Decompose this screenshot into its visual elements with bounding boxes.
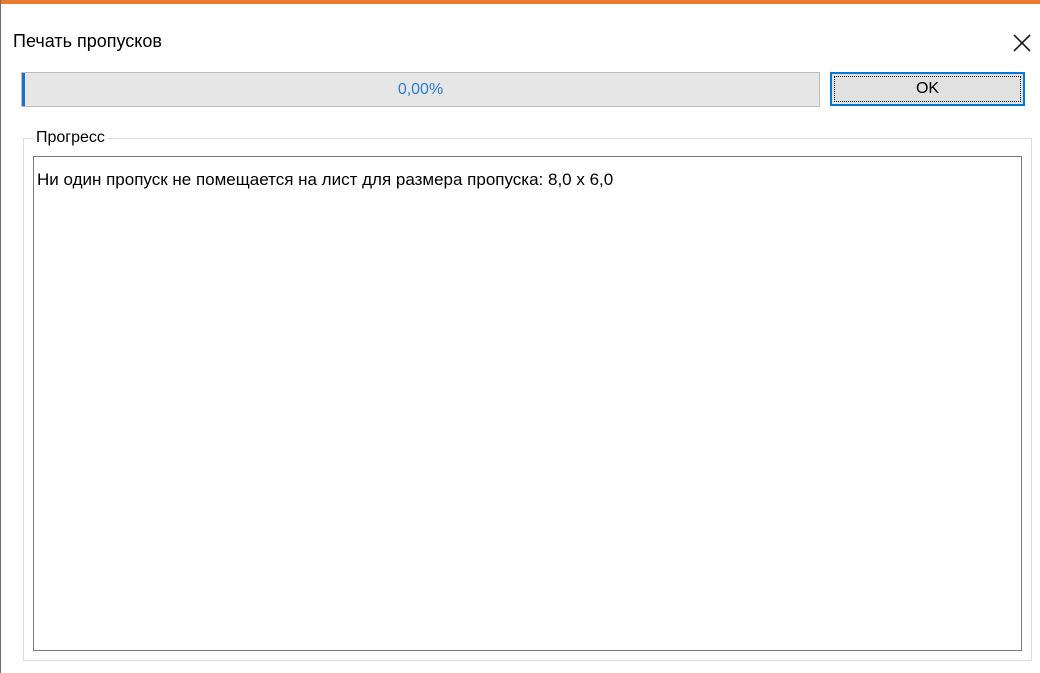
close-icon bbox=[1013, 34, 1031, 52]
progress-bar: 0,00% bbox=[21, 72, 820, 107]
ok-button[interactable]: OK bbox=[830, 72, 1025, 106]
log-line: Ни один пропуск не помещается на лист дл… bbox=[37, 170, 614, 189]
dialog-title: Печать пропусков bbox=[13, 31, 162, 51]
print-passes-dialog: Печать пропусков 0,00% OK Прогресс Ни од… bbox=[0, 0, 1040, 673]
progress-group-label: Прогресс bbox=[33, 128, 108, 148]
progress-percentage: 0,00% bbox=[397, 81, 444, 98]
progress-log[interactable]: Ни один пропуск не помещается на лист дл… bbox=[33, 156, 1022, 651]
close-button[interactable] bbox=[1007, 28, 1037, 58]
title-bar[interactable]: Печать пропусков bbox=[1, 4, 1040, 62]
ok-button-label: OK bbox=[834, 76, 1021, 102]
